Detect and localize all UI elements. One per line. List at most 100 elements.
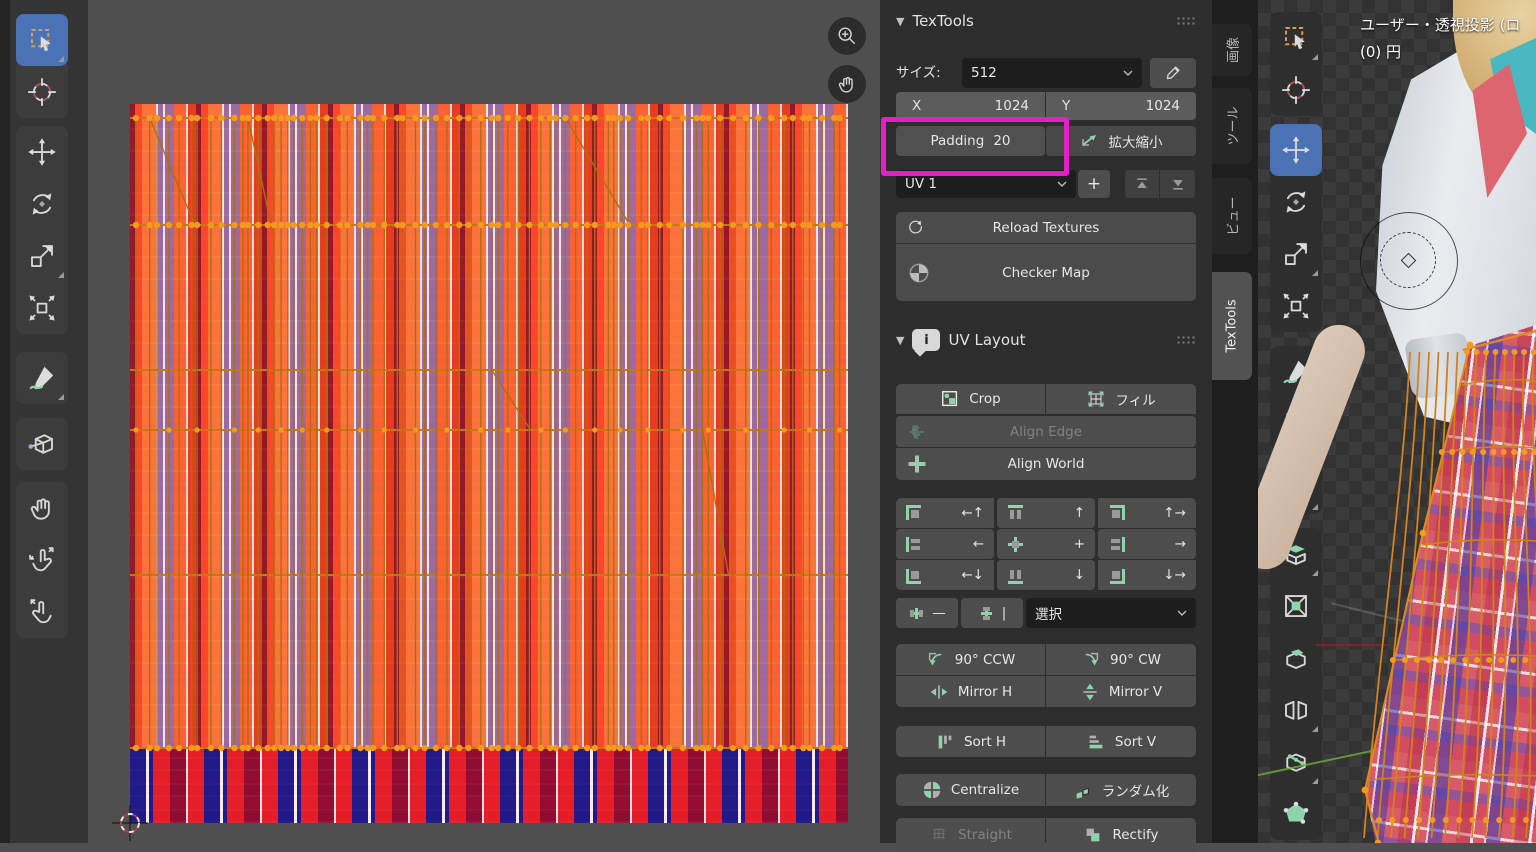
reload-textures-button[interactable]: Reload Textures xyxy=(896,212,1196,243)
add-uv-button[interactable]: + xyxy=(1078,170,1110,198)
straight-button[interactable]: Straight xyxy=(896,818,1045,852)
zoom-gesture-tool[interactable] xyxy=(16,534,68,586)
grab-vertex-tool[interactable] xyxy=(16,418,68,470)
scale-tool[interactable] xyxy=(16,230,68,282)
panel-grip-icon[interactable] xyxy=(1176,16,1196,26)
uv-layout-panel-header[interactable]: ▼ i UV Layout xyxy=(896,327,1196,353)
transform-icon xyxy=(1281,291,1311,321)
tab-image[interactable]: 画像 xyxy=(1212,24,1252,76)
align-edge-button[interactable]: Align Edge xyxy=(896,416,1196,447)
vp-select-box-tool[interactable] xyxy=(1270,12,1322,64)
align-left-button[interactable]: ← xyxy=(896,529,994,559)
align-bottom-button[interactable]: ↓ xyxy=(997,560,1095,590)
align-world-button[interactable]: Align World xyxy=(896,448,1196,480)
tab-textools[interactable]: TexTools xyxy=(1212,272,1252,380)
rotate-gesture-tool[interactable] xyxy=(16,586,68,638)
viewport-3d[interactable]: ユーザー・透視投影 (ロ (0) 円 xyxy=(1258,0,1536,843)
centralize-button[interactable]: Centralize xyxy=(896,774,1045,806)
pan-hand-tool[interactable] xyxy=(16,482,68,534)
vp-poly-build-tool[interactable] xyxy=(1270,788,1322,840)
vp-transform-tool[interactable] xyxy=(1270,280,1322,332)
align-arrow-label: ↑ xyxy=(1074,505,1085,521)
move-tool[interactable] xyxy=(16,126,68,178)
sort-h-label: Sort H xyxy=(964,734,1006,750)
scale-resize-icon xyxy=(1080,131,1100,151)
plus-icon: + xyxy=(1087,174,1101,194)
align-top-button[interactable]: ↑ xyxy=(997,498,1095,528)
uv-channel-value: UV 1 xyxy=(905,176,937,192)
align-bottom-icon xyxy=(1007,567,1024,584)
align-center-button[interactable]: + xyxy=(997,529,1095,559)
checker-map-button[interactable]: Checker Map xyxy=(896,244,1196,301)
align-top-left-icon xyxy=(906,505,923,522)
uv-toolbar-group-grab xyxy=(16,418,68,470)
align-bottom-right-button[interactable]: ↓→ xyxy=(1098,560,1196,590)
vp-toolbar-group-mesh xyxy=(1270,528,1322,840)
align-world-row: Align World xyxy=(896,448,1196,480)
padding-field[interactable]: Padding 20 xyxy=(896,126,1045,156)
align-edge-icon xyxy=(906,421,928,443)
tab-view[interactable]: ビュー xyxy=(1212,178,1252,254)
uv-toolbar-group-transform xyxy=(16,126,68,334)
sort-h-button[interactable]: Sort H xyxy=(896,726,1045,757)
pipe-label: | xyxy=(1002,605,1007,621)
straight-label: Straight xyxy=(958,827,1012,843)
uv-channel-dropdown[interactable]: UV 1 xyxy=(896,170,1076,198)
eyedropper-button[interactable] xyxy=(1150,58,1196,88)
sidebar-tab-strip: 画像 ツール ビュー TexTools xyxy=(1212,0,1258,843)
select-box-tool[interactable] xyxy=(16,14,68,66)
align-bottom-left-button[interactable]: ←↓ xyxy=(896,560,994,590)
uv-layout-title: UV Layout xyxy=(948,331,1025,349)
resize-label: 拡大縮小 xyxy=(1109,131,1163,151)
vp-move-tool[interactable] xyxy=(1270,124,1322,176)
rotate-icon xyxy=(27,189,57,219)
size-dropdown[interactable]: 512 xyxy=(962,58,1142,88)
cursor-icon xyxy=(1281,75,1311,105)
cursor-tool[interactable] xyxy=(16,66,68,118)
align-top-left-button[interactable]: ←↑ xyxy=(896,498,994,528)
vp-cursor-tool[interactable] xyxy=(1270,64,1322,116)
move-uv-bottom-button[interactable] xyxy=(1160,170,1195,198)
sort-v-button[interactable]: Sort V xyxy=(1046,726,1196,757)
distribute-horizontal-button[interactable]: — xyxy=(896,598,958,628)
randomize-button[interactable]: ランダム化 xyxy=(1046,774,1196,806)
size-x-field[interactable]: X 1024 xyxy=(896,92,1045,120)
move-uv-top-button[interactable] xyxy=(1125,170,1159,198)
size-y-field[interactable]: Y 1024 xyxy=(1046,92,1196,120)
vp-scale-tool[interactable] xyxy=(1270,228,1322,280)
annotate-tool[interactable] xyxy=(16,352,68,404)
fill-button[interactable]: フィル xyxy=(1046,384,1196,414)
vp-loop-cut-tool[interactable] xyxy=(1270,684,1322,736)
randomize-label: ランダム化 xyxy=(1102,780,1170,800)
rotate-gizmo-circle[interactable] xyxy=(1360,212,1458,310)
sidebar-panel: ▼ TexTools サイズ: 512 X 1024 Y 1024 Pad xyxy=(880,0,1212,843)
crop-button[interactable]: Crop xyxy=(896,384,1045,414)
tab-tool[interactable]: ツール xyxy=(1212,88,1252,164)
resize-button[interactable]: 拡大縮小 xyxy=(1046,126,1196,156)
rectify-button[interactable]: Rectify xyxy=(1046,818,1196,852)
view-pan-button[interactable] xyxy=(828,65,866,103)
rotate-row: 90° CCW 90° CW xyxy=(896,644,1196,675)
align-right-button[interactable]: → xyxy=(1098,529,1196,559)
align-top-right-button[interactable]: ↑→ xyxy=(1098,498,1196,528)
vp-bevel-tool[interactable] xyxy=(1270,632,1322,684)
mirror-h-button[interactable]: Mirror H xyxy=(896,676,1045,707)
vp-rotate-tool[interactable] xyxy=(1270,176,1322,228)
rotate-ccw-button[interactable]: 90° CCW xyxy=(896,644,1045,675)
crop-icon xyxy=(940,389,960,409)
view-zoom-button[interactable] xyxy=(828,17,866,55)
rotate-tool[interactable] xyxy=(16,178,68,230)
align-top-right-icon xyxy=(1108,505,1125,522)
selection-mode-dropdown[interactable]: 選択 xyxy=(1026,598,1196,628)
size-row: サイズ: 512 xyxy=(896,58,1196,88)
rotate-cw-button[interactable]: 90° CW xyxy=(1046,644,1196,675)
scale-icon xyxy=(1281,239,1311,269)
distribute-vertical-button[interactable]: | xyxy=(961,598,1023,628)
transform-tool[interactable] xyxy=(16,282,68,334)
poly-build-icon xyxy=(1281,799,1311,829)
uv-canvas[interactable] xyxy=(130,104,848,823)
vp-inset-tool[interactable] xyxy=(1270,580,1322,632)
panel-grip-icon[interactable] xyxy=(1176,335,1196,345)
textools-panel-header[interactable]: ▼ TexTools xyxy=(896,8,1196,34)
mirror-v-button[interactable]: Mirror V xyxy=(1046,676,1196,707)
